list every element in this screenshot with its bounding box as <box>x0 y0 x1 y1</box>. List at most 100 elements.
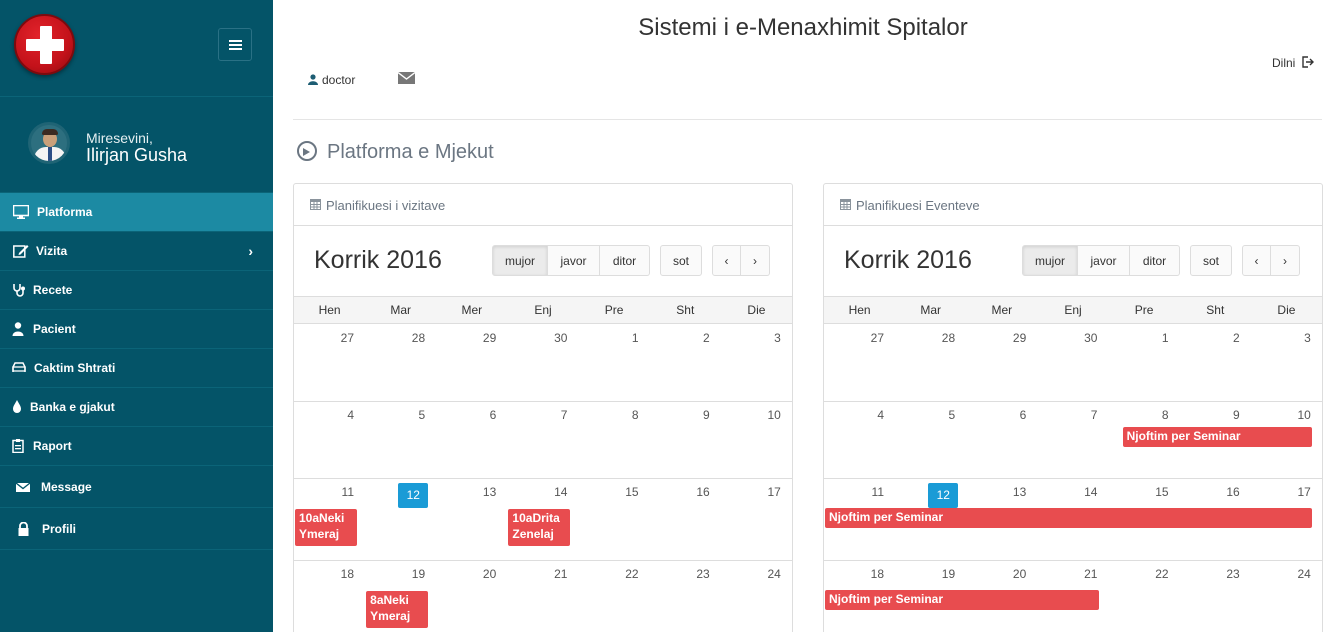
view-ditor-button[interactable]: ditor <box>600 245 650 276</box>
panel-header: Planifikuesi i vizitave <box>294 184 792 226</box>
calendar-day-today[interactable]: 12 <box>928 483 959 508</box>
calendar-day[interactable]: 17 <box>721 485 792 499</box>
view-javor-button[interactable]: javor <box>1078 245 1130 276</box>
calendar-day[interactable]: 16 <box>650 485 721 499</box>
sidebar-item-platforma[interactable]: Platforma <box>0 193 273 232</box>
calendar-day[interactable]: 14 <box>507 485 578 499</box>
calendar-day[interactable]: 22 <box>1109 567 1180 581</box>
monitor-icon <box>13 205 29 219</box>
calendar-day[interactable]: 15 <box>1109 485 1180 499</box>
calendar-day[interactable]: 1 <box>579 331 650 345</box>
calendar-day[interactable]: 30 <box>1037 331 1108 345</box>
calendar-day[interactable]: 29 <box>436 331 507 345</box>
header-user-link[interactable]: doctor <box>308 73 355 87</box>
calendar-day[interactable]: 8 <box>1109 408 1180 422</box>
calendar-day[interactable]: 4 <box>824 408 895 422</box>
logout-link[interactable]: Dilni <box>1272 56 1314 70</box>
calendar-day[interactable]: 2 <box>1180 331 1251 345</box>
weekday-label: Pre <box>1134 303 1154 317</box>
calendar-day[interactable]: 9 <box>1180 408 1251 422</box>
view-switcher: mujor javor ditor <box>1022 245 1180 276</box>
sidebar-item-vizita[interactable]: Vizita › <box>0 232 273 271</box>
calendar-day[interactable]: 10 <box>721 408 792 422</box>
sidebar-item-message[interactable]: Message <box>0 466 273 508</box>
calendar-day[interactable]: 5 <box>365 408 436 422</box>
weekday-label: Sht <box>1206 303 1225 317</box>
view-mujor-button[interactable]: mujor <box>1022 245 1078 276</box>
calendar-day[interactable]: 9 <box>650 408 721 422</box>
calendar-day[interactable]: 6 <box>966 408 1037 422</box>
calendar-day[interactable]: 23 <box>1180 567 1251 581</box>
calendar-day[interactable]: 7 <box>1037 408 1108 422</box>
sidebar-item-recete[interactable]: Recete <box>0 271 273 310</box>
next-month-button[interactable]: › <box>741 245 770 276</box>
sidebar-item-pacient[interactable]: Pacient <box>0 310 273 349</box>
sidebar-item-raport[interactable]: Raport <box>0 427 273 466</box>
calendar-event[interactable]: 10aDrita Zenelaj <box>508 509 571 546</box>
calendar-event[interactable]: 10aNeki Ymeraj <box>295 509 357 546</box>
calendar-day[interactable]: 10 <box>1251 408 1322 422</box>
panel-title: Planifikuesi Eventeve <box>856 198 980 213</box>
calendar-day[interactable]: 17 <box>1251 485 1322 499</box>
calendar-day[interactable]: 3 <box>721 331 792 345</box>
calendar-day-today[interactable]: 12 <box>398 483 429 508</box>
calendar-event[interactable]: Njoftim per Seminar <box>825 508 1312 528</box>
calendar-day[interactable]: 15 <box>579 485 650 499</box>
calendar-day[interactable]: 11 <box>294 485 365 499</box>
calendar-day[interactable]: 13 <box>436 485 507 499</box>
calendar-day[interactable]: 19 <box>365 567 436 581</box>
calendar-day[interactable]: 20 <box>966 567 1037 581</box>
calendar-day[interactable]: 22 <box>579 567 650 581</box>
calendar-day[interactable]: 3 <box>1251 331 1322 345</box>
calendar-day[interactable]: 8 <box>579 408 650 422</box>
calendar-day[interactable]: 30 <box>507 331 578 345</box>
calendar-day[interactable]: 4 <box>294 408 365 422</box>
calendar-day[interactable]: 1 <box>1109 331 1180 345</box>
menu-toggle-button[interactable] <box>218 28 252 61</box>
calendar-day[interactable]: 5 <box>895 408 966 422</box>
calendar-day[interactable]: 20 <box>436 567 507 581</box>
calendar-day[interactable]: 7 <box>507 408 578 422</box>
calendar-day[interactable]: 24 <box>721 567 792 581</box>
sidebar-item-label: Recete <box>33 283 73 297</box>
weekday-label: Enj <box>534 303 552 317</box>
calendar-day[interactable]: 24 <box>1251 567 1322 581</box>
calendar-day[interactable]: 18 <box>824 567 895 581</box>
calendar-event[interactable]: 8aNeki Ymeraj <box>366 591 429 628</box>
prev-month-button[interactable]: ‹ <box>1242 245 1271 276</box>
calendar-day[interactable]: 21 <box>1037 567 1108 581</box>
view-switcher: mujor javor ditor <box>492 245 650 276</box>
calendar-day[interactable]: 28 <box>365 331 436 345</box>
calendar-day[interactable]: 21 <box>507 567 578 581</box>
view-mujor-button[interactable]: mujor <box>492 245 548 276</box>
today-button[interactable]: sot <box>1190 245 1232 276</box>
next-month-button[interactable]: › <box>1271 245 1300 276</box>
calendar-day[interactable]: 28 <box>895 331 966 345</box>
hospital-logo[interactable] <box>14 14 75 75</box>
calendar-day[interactable]: 16 <box>1180 485 1251 499</box>
calendar-day[interactable]: 23 <box>650 567 721 581</box>
sidebar-item-banka-gjakut[interactable]: Banka e gjakut <box>0 388 273 427</box>
view-javor-button[interactable]: javor <box>548 245 600 276</box>
calendar-day[interactable]: 14 <box>1037 485 1108 499</box>
sidebar-item-label: Caktim Shtrati <box>34 361 116 375</box>
calendar-day[interactable]: 6 <box>436 408 507 422</box>
prev-month-button[interactable]: ‹ <box>712 245 741 276</box>
calendar-day[interactable]: 2 <box>650 331 721 345</box>
calendar-day[interactable]: 27 <box>294 331 365 345</box>
sidebar-item-caktim-shtrati[interactable]: Caktim Shtrati <box>0 349 273 388</box>
today-button[interactable]: sot <box>660 245 702 276</box>
calendar-day[interactable]: 18 <box>294 567 365 581</box>
mail-icon[interactable] <box>398 72 415 84</box>
calendar-day[interactable]: 11 <box>824 485 895 499</box>
calendar-day[interactable]: 27 <box>824 331 895 345</box>
weekday-label: Die <box>747 303 766 317</box>
sidebar-item-profili[interactable]: Profili <box>0 508 273 550</box>
calendar-event[interactable]: Njoftim per Seminar <box>1122 427 1312 447</box>
calendar-day[interactable]: 19 <box>895 567 966 581</box>
view-ditor-button[interactable]: ditor <box>1130 245 1180 276</box>
calendar-day[interactable]: 29 <box>966 331 1037 345</box>
calendar-event[interactable]: Njoftim per Seminar <box>825 590 1099 610</box>
calendar-day[interactable]: 13 <box>966 485 1037 499</box>
sidebar-item-label: Banka e gjakut <box>30 400 115 414</box>
